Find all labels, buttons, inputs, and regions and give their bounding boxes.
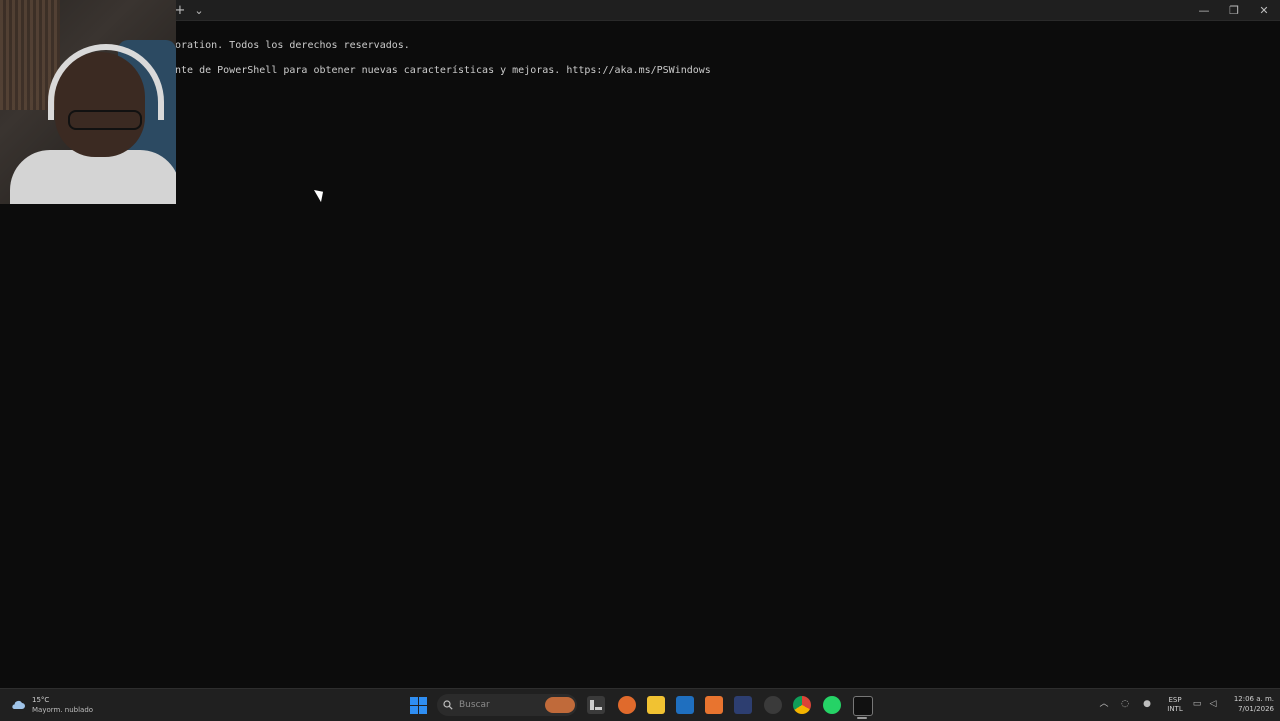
terminal-line: nte de PowerShell para obtener nuevas ca… xyxy=(175,65,711,76)
search-highlight-icon xyxy=(545,697,575,713)
volume-icon[interactable]: ◁ xyxy=(1208,699,1218,709)
task-view-icon[interactable] xyxy=(587,696,605,714)
taskbar: 15°C Mayorm. nublado Buscar ︿ ◌ ● ESP IN… xyxy=(0,688,1280,721)
taskbar-clock[interactable]: 12:06 a. m. 7/01/2026 xyxy=(1222,694,1274,714)
terminal-output[interactable]: oration. Todos los derechos reservados. … xyxy=(0,21,1280,688)
weather-description: Mayorm. nublado xyxy=(32,706,94,714)
cloud-icon xyxy=(12,700,25,709)
start-button[interactable] xyxy=(410,697,427,714)
chevron-up-icon[interactable]: ︿ xyxy=(1099,699,1109,709)
close-button[interactable]: ✕ xyxy=(1250,0,1278,20)
restore-button[interactable]: ❐ xyxy=(1220,0,1248,20)
xampp-icon[interactable] xyxy=(705,696,723,714)
microphone-icon[interactable]: ● xyxy=(1142,699,1152,709)
language-indicator[interactable]: ESP INTL xyxy=(1164,696,1186,714)
database-tool-icon[interactable] xyxy=(734,696,752,714)
active-app-indicator xyxy=(857,717,867,719)
language-label: ESP xyxy=(1168,696,1182,704)
whatsapp-icon[interactable] xyxy=(823,696,841,714)
weather-temperature: 15°C xyxy=(32,696,50,704)
taskbar-search[interactable]: Buscar xyxy=(437,694,577,716)
minimize-button[interactable]: — xyxy=(1190,0,1218,20)
search-input[interactable]: Buscar xyxy=(459,700,490,710)
clock-date: 7/01/2026 xyxy=(1238,705,1274,713)
weather-widget[interactable]: 15°C Mayorm. nublado xyxy=(10,693,93,717)
terminal-title-bar: + ⌄ — ❐ ✕ xyxy=(0,0,1280,21)
display-icon[interactable]: ▭ xyxy=(1192,699,1202,709)
glasses-icon xyxy=(68,110,142,130)
search-icon xyxy=(443,700,453,710)
webcam-person-shirt xyxy=(10,150,176,204)
webcam-overlay xyxy=(0,0,176,204)
terminal-line: oration. Todos los derechos reservados. xyxy=(175,40,410,51)
vscode-icon[interactable] xyxy=(676,696,694,714)
terminal-app-icon[interactable] xyxy=(853,696,873,716)
chrome-icon[interactable] xyxy=(793,696,811,714)
brave-browser-icon[interactable] xyxy=(618,696,636,714)
network-offline-icon[interactable]: ◌ xyxy=(1120,699,1130,709)
tab-dropdown-button[interactable]: ⌄ xyxy=(191,0,207,20)
github-desktop-icon[interactable] xyxy=(764,696,782,714)
keyboard-layout-label: INTL xyxy=(1167,705,1183,713)
clock-time: 12:06 a. m. xyxy=(1233,695,1274,703)
file-explorer-icon[interactable] xyxy=(647,696,665,714)
